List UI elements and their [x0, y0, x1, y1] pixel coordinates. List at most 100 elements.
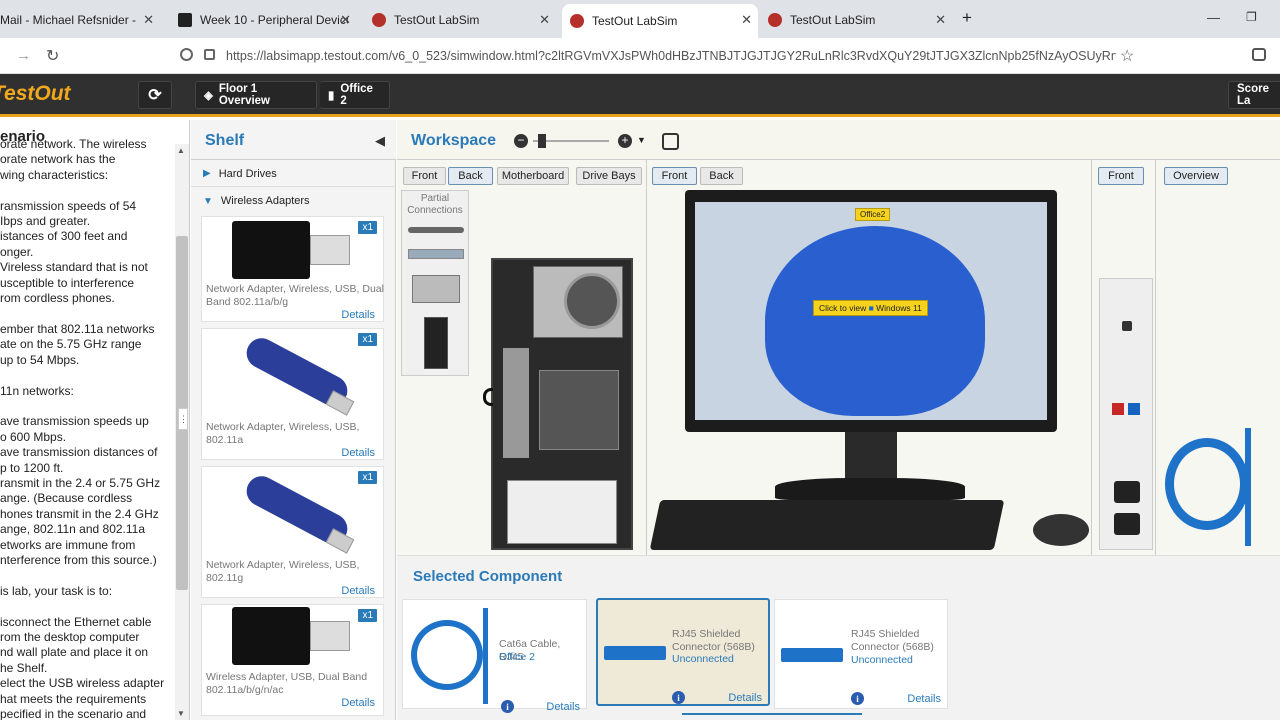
io-panel[interactable]: [503, 348, 529, 458]
scroll-up-icon[interactable]: ▲: [177, 146, 185, 155]
forward-icon[interactable]: →: [16, 47, 31, 64]
zoom-dropdown-icon[interactable]: ▼: [637, 135, 646, 145]
details-link[interactable]: Details: [728, 692, 762, 704]
details-link[interactable]: Details: [907, 693, 941, 705]
pocket-icon[interactable]: [1252, 48, 1266, 61]
keyboard[interactable]: [649, 500, 1005, 550]
power-supply[interactable]: [533, 266, 623, 338]
power-supply-icon[interactable]: [412, 275, 460, 303]
details-link[interactable]: Details: [341, 447, 375, 459]
tab-week10[interactable]: Week 10 - Peripheral Devices - (✕: [172, 5, 357, 35]
quantity-badge: x1: [358, 609, 377, 622]
coiled-cable[interactable]: [1165, 438, 1249, 530]
zoom-slider-handle[interactable]: [538, 134, 546, 148]
url-field[interactable]: https://labsimapp.testout.com/v6_0_523/s…: [216, 43, 1116, 69]
pc-back-button[interactable]: Back: [448, 167, 493, 185]
score-lab-button[interactable]: Score La: [1228, 81, 1280, 109]
zoom-in-icon[interactable]: +: [618, 134, 632, 148]
case-icon[interactable]: [424, 317, 448, 369]
coax-port[interactable]: [1122, 321, 1132, 331]
scroll-down-icon[interactable]: ▼: [177, 709, 185, 718]
close-icon[interactable]: ✕: [143, 12, 154, 28]
os-name: Windows 11: [876, 303, 922, 313]
details-link[interactable]: Details: [341, 697, 375, 709]
section-label: Wireless Adapters: [220, 195, 310, 207]
wall-plate[interactable]: [1099, 278, 1153, 550]
cable-icon[interactable]: [408, 227, 464, 233]
zoom-out-icon[interactable]: −: [514, 134, 528, 148]
details-link[interactable]: Details: [341, 585, 375, 597]
tab-labsim-1[interactable]: TestOut LabSim ✕: [366, 5, 556, 35]
tab-labsim-active[interactable]: TestOut LabSim ✕: [562, 4, 758, 38]
connected-jack[interactable]: [1114, 481, 1140, 503]
monitor-base: [775, 478, 965, 500]
component-card[interactable]: RJ45 Shielded Connector (568B) Unconnect…: [774, 599, 948, 709]
overview-button[interactable]: Overview: [1164, 167, 1228, 185]
tab-mail[interactable]: Mail - Michael Refsnider - Outlo✕: [0, 5, 160, 35]
shield-icon[interactable]: [180, 48, 193, 61]
component-status[interactable]: Unconnected: [851, 654, 913, 667]
shelf-header: Shelf ◀: [191, 120, 396, 160]
item-name: Network Adapter, Wireless, USB, 802.11g: [206, 559, 360, 584]
fullscreen-icon[interactable]: [662, 133, 679, 150]
details-link[interactable]: Details: [341, 309, 375, 321]
close-icon[interactable]: ✕: [935, 12, 946, 28]
refresh-button[interactable]: ⟳: [138, 81, 172, 109]
rj45-port[interactable]: [1112, 403, 1124, 415]
shelf-item[interactable]: x1 Network Adapter, Wireless, USB, 802.1…: [201, 328, 384, 460]
component-status[interactable]: Unconnected: [672, 653, 734, 666]
divider: [1091, 160, 1092, 555]
expansion-slots[interactable]: [507, 480, 617, 544]
door-icon: ▮: [328, 90, 335, 102]
rj45-port[interactable]: [1128, 403, 1140, 415]
section-hard-drives[interactable]: ▶ Hard Drives: [191, 161, 396, 187]
shelf-item[interactable]: x1 Network Adapter, Wireless, USB, Dual …: [201, 216, 384, 322]
browser-tab-bar: Mail - Michael Refsnider - Outlo✕ Week 1…: [0, 0, 1280, 38]
mouse[interactable]: [1033, 514, 1089, 546]
ethernet-cable[interactable]: [483, 388, 493, 406]
minimize-icon[interactable]: —: [1207, 10, 1220, 25]
close-icon[interactable]: ✕: [539, 12, 550, 28]
windows-icon: ■: [868, 303, 874, 313]
connected-jack[interactable]: [1114, 513, 1140, 535]
floor-overview-button[interactable]: ◈ Floor 1 Overview: [195, 81, 317, 109]
shelf-item[interactable]: x1 Network Adapter, Wireless, USB, 802.1…: [201, 466, 384, 598]
component-card-selected[interactable]: RJ45 Shielded Connector (568B) Unconnect…: [596, 598, 770, 706]
computer-tower[interactable]: [491, 258, 633, 550]
close-icon[interactable]: ✕: [741, 12, 752, 28]
info-icon[interactable]: i: [501, 700, 514, 713]
panel-resize-handle[interactable]: ⋮: [178, 408, 188, 430]
component-status[interactable]: Office 2: [499, 651, 535, 664]
permissions-icon[interactable]: [204, 49, 215, 60]
monitor-screen[interactable]: Office2 Click to view ■ Windows 11: [695, 202, 1047, 420]
click-to-view-button[interactable]: Click to view ■ Windows 11: [813, 300, 928, 316]
wall-front-button[interactable]: Front: [1098, 167, 1144, 185]
restore-icon[interactable]: ❐: [1246, 10, 1257, 24]
shelf-item[interactable]: x1 Wireless Adapter, USB, Dual Band 802.…: [201, 604, 384, 716]
section-wireless-adapters[interactable]: ▼ Wireless Adapters: [191, 188, 396, 214]
details-link[interactable]: Details: [546, 701, 580, 713]
scenario-scrollbar[interactable]: ▲ ▼: [175, 144, 189, 720]
new-tab-button[interactable]: +: [962, 3, 982, 33]
close-icon[interactable]: ✕: [340, 12, 351, 28]
bookmark-star-icon[interactable]: ☆: [1120, 46, 1134, 66]
monitor-front-button[interactable]: Front: [652, 167, 697, 185]
cable-end[interactable]: [1245, 428, 1251, 546]
monitor-back-button[interactable]: Back: [700, 167, 743, 185]
collapse-shelf-icon[interactable]: ◀: [375, 133, 385, 149]
office-button[interactable]: ▮ Office 2: [320, 81, 390, 109]
reload-icon[interactable]: ↻: [46, 46, 59, 66]
selected-component-title: Selected Component: [413, 568, 563, 585]
info-icon[interactable]: i: [851, 692, 864, 705]
card-icon[interactable]: [408, 249, 464, 259]
pc-drive-bays-button[interactable]: Drive Bays: [576, 167, 642, 185]
quantity-badge: x1: [358, 471, 377, 484]
usb-plug-image: [325, 528, 355, 554]
tab-labsim-3[interactable]: TestOut LabSim ✕: [762, 5, 952, 35]
pc-front-button[interactable]: Front: [403, 167, 446, 185]
address-bar: → ↻ https://labsimapp.testout.com/v6_0_5…: [0, 38, 1280, 74]
component-card[interactable]: Cat6a Cable, RJ45 Office 2 i Details: [402, 599, 587, 713]
pc-motherboard-button[interactable]: Motherboard: [497, 167, 569, 185]
monitor[interactable]: Office2 Click to view ■ Windows 11: [685, 190, 1057, 432]
info-icon[interactable]: i: [672, 691, 685, 704]
